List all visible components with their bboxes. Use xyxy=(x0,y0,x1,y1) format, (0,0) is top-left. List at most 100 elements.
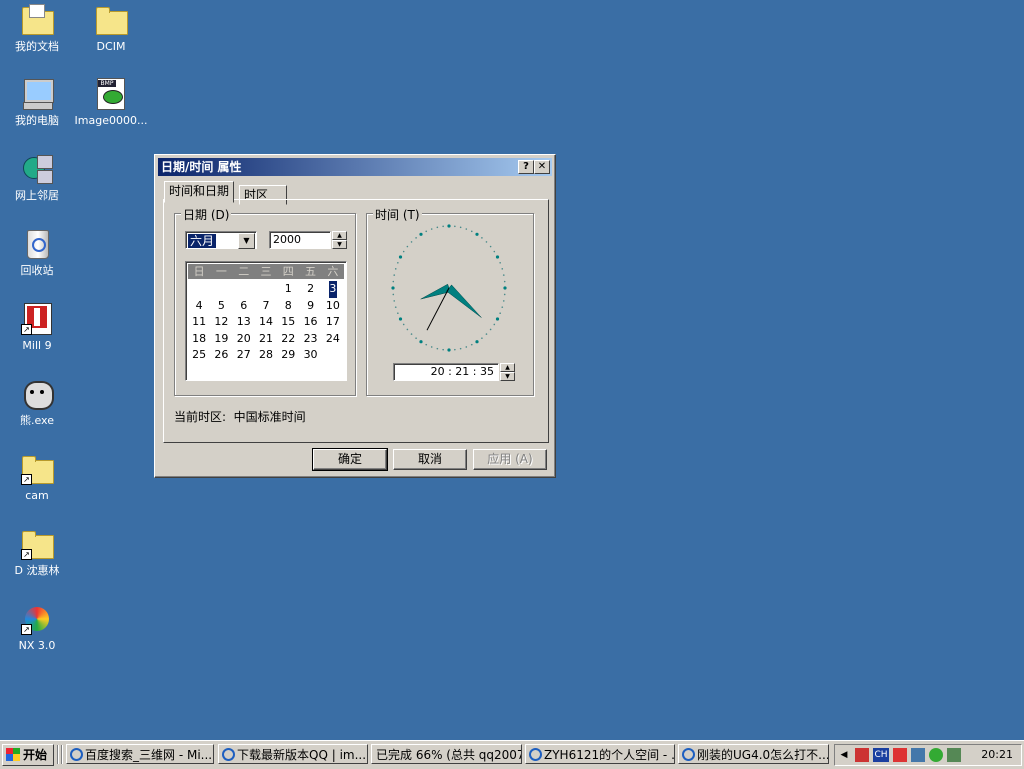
task-button-ug-thread[interactable]: 刚装的UG4.0怎么打不... xyxy=(678,744,829,764)
qq-tray-icon[interactable] xyxy=(929,748,943,762)
task-button-download-progress[interactable]: 已完成 66% (总共 qq2007... xyxy=(371,744,522,764)
calendar-day[interactable]: 19 xyxy=(210,331,232,348)
ie-icon xyxy=(529,748,542,761)
calendar-day[interactable]: 29 xyxy=(277,347,299,364)
calendar-day[interactable]: 28 xyxy=(255,347,277,364)
desktop-icon-image[interactable]: BMP Image0000... xyxy=(74,78,148,127)
spin-down-icon[interactable]: ▼ xyxy=(332,240,347,249)
calendar-day[interactable]: 14 xyxy=(255,314,277,331)
nx-app-icon: ↗ xyxy=(21,603,53,635)
calendar-day[interactable]: 18 xyxy=(188,331,210,348)
calendar-day[interactable]: 27 xyxy=(233,347,255,364)
year-spinner[interactable]: ▲ ▼ xyxy=(332,231,347,249)
calendar-day[interactable]: 6 xyxy=(233,298,255,315)
antivirus-icon[interactable] xyxy=(893,748,907,762)
calendar-day[interactable]: 30 xyxy=(299,347,321,364)
apply-button[interactable]: 应用 (A) xyxy=(473,449,547,470)
spin-up-icon[interactable]: ▲ xyxy=(500,363,515,372)
speaker-icon[interactable]: ◀ xyxy=(837,748,851,762)
task-button-qq-download[interactable]: 下载最新版本QQ | im.... xyxy=(218,744,368,764)
calendar-day[interactable]: 11 xyxy=(188,314,210,331)
desktop-icon-my-documents[interactable]: 我的文档 xyxy=(0,4,74,53)
clock-minute-mark xyxy=(393,300,396,302)
mill-app-icon: ↗ xyxy=(21,303,53,335)
chevron-down-icon[interactable]: ▼ xyxy=(238,233,255,249)
system-tray: ◀ CH 20:21 xyxy=(834,744,1022,766)
desktop-icon-network[interactable]: 网上邻居 xyxy=(0,153,74,202)
clock-minute-mark xyxy=(430,346,433,348)
desktop-icon-recycle-bin[interactable]: 回收站 xyxy=(0,228,74,277)
calendar-day[interactable]: 5 xyxy=(210,298,232,315)
close-button[interactable]: ✕ xyxy=(534,160,550,174)
start-button[interactable]: 开始 xyxy=(2,744,54,766)
app-tray-icon[interactable] xyxy=(855,748,869,762)
time-field[interactable]: 20 : 21 : 35 xyxy=(393,363,499,381)
device-tray-icon[interactable] xyxy=(947,748,961,762)
calendar-day[interactable]: 2 xyxy=(299,281,321,298)
task-button-baidu[interactable]: 百度搜索_三维网 - Mi... xyxy=(66,744,214,764)
calendar-day[interactable]: 10 xyxy=(322,298,344,315)
datetime-properties-dialog: 日期/时间 属性 ? ✕ 时间和日期 时区 日期 (D) 六月 ▼ 2000 ▲… xyxy=(154,154,556,478)
clock-minute-mark xyxy=(493,250,496,253)
weekday-label: 四 xyxy=(282,265,294,278)
desktop-icon-cam[interactable]: ↗ cam xyxy=(0,453,74,502)
calendar-day[interactable]: 24 xyxy=(322,331,344,348)
spin-down-icon[interactable]: ▼ xyxy=(500,372,515,381)
time-value: 20 : 21 : 35 xyxy=(430,365,494,378)
desktop-icon-nx3[interactable]: ↗ NX 3.0 xyxy=(0,603,74,652)
calendar-day[interactable]: 20 xyxy=(233,331,255,348)
clock-minute-mark xyxy=(410,333,413,335)
desktop-icon-label: 我的文档 xyxy=(15,40,59,53)
clock-hour-mark xyxy=(398,255,403,259)
taskbar-divider xyxy=(61,745,63,764)
clock-hour-mark xyxy=(419,232,423,236)
calendar-day[interactable]: 12 xyxy=(210,314,232,331)
cancel-button[interactable]: 取消 xyxy=(393,449,467,470)
calendar-day[interactable]: 16 xyxy=(299,314,321,331)
clock-minute-mark xyxy=(459,347,462,350)
year-field[interactable]: 2000 xyxy=(269,231,331,249)
calendar-day[interactable]: 23 xyxy=(299,331,321,348)
calendar-day[interactable]: 21 xyxy=(255,331,277,348)
clock-minute-mark xyxy=(425,230,428,233)
calendar-day[interactable]: 22 xyxy=(277,331,299,348)
tab-time-and-date[interactable]: 时间和日期 xyxy=(164,181,235,203)
calendar-day[interactable]: 15 xyxy=(277,314,299,331)
calendar-day[interactable]: 9 xyxy=(299,298,321,315)
calendar-day[interactable]: 13 xyxy=(233,314,255,331)
calendar-day[interactable]: 26 xyxy=(210,347,232,364)
dialog-titlebar[interactable]: 日期/时间 属性 ? ✕ xyxy=(158,158,552,176)
calendar-day[interactable]: 3 xyxy=(328,281,337,298)
calendar-day[interactable]: 7 xyxy=(255,298,277,315)
desktop-icon-my-computer[interactable]: 我的电脑 xyxy=(0,78,74,127)
task-label: 百度搜索_三维网 - Mi... xyxy=(85,748,213,762)
taskbar-clock[interactable]: 20:21 xyxy=(981,745,1013,765)
help-button[interactable]: ? xyxy=(518,160,534,174)
clock-minute-mark xyxy=(406,328,409,331)
time-spinner[interactable]: ▲ ▼ xyxy=(500,363,515,381)
desktop-icon-dcim[interactable]: DCIM xyxy=(74,4,148,53)
network-tray-icon[interactable] xyxy=(911,748,925,762)
bmp-image-icon: BMP xyxy=(95,78,127,110)
ok-button[interactable]: 确定 xyxy=(312,448,388,471)
windows-logo-icon xyxy=(6,748,20,761)
calendar-day[interactable]: 8 xyxy=(277,298,299,315)
desktop-icon-bear-exe[interactable]: 熊.exe xyxy=(0,378,74,427)
clock-hour-hand xyxy=(420,283,451,300)
language-indicator[interactable]: CH xyxy=(873,748,889,762)
desktop-icon-d-folder[interactable]: ↗ D 沈惠林 xyxy=(0,528,74,577)
calendar-day[interactable]: 25 xyxy=(188,347,210,364)
calendar-day[interactable]: 1 xyxy=(277,281,299,298)
clock-minute-mark xyxy=(489,245,492,248)
month-select[interactable]: 六月 ▼ xyxy=(185,231,257,249)
desktop-icon-mill9[interactable]: ↗ Mill 9 xyxy=(0,303,74,352)
task-button-zyh-space[interactable]: ZYH6121的个人空间 - ... xyxy=(525,744,675,764)
desktop-icon-label: NX 3.0 xyxy=(18,639,56,652)
calendar-day[interactable]: 17 xyxy=(322,314,344,331)
spin-up-icon[interactable]: ▲ xyxy=(332,231,347,240)
clock-minute-mark xyxy=(470,343,473,346)
ie-icon xyxy=(222,748,235,761)
clock-minute-mark xyxy=(402,323,405,326)
calendar-day[interactable]: 4 xyxy=(188,298,210,315)
tab-panel: 日期 (D) 六月 ▼ 2000 ▲ ▼ 日一二三四五六 1 2 3 4 5 6 7 8 9 10… xyxy=(163,199,549,443)
